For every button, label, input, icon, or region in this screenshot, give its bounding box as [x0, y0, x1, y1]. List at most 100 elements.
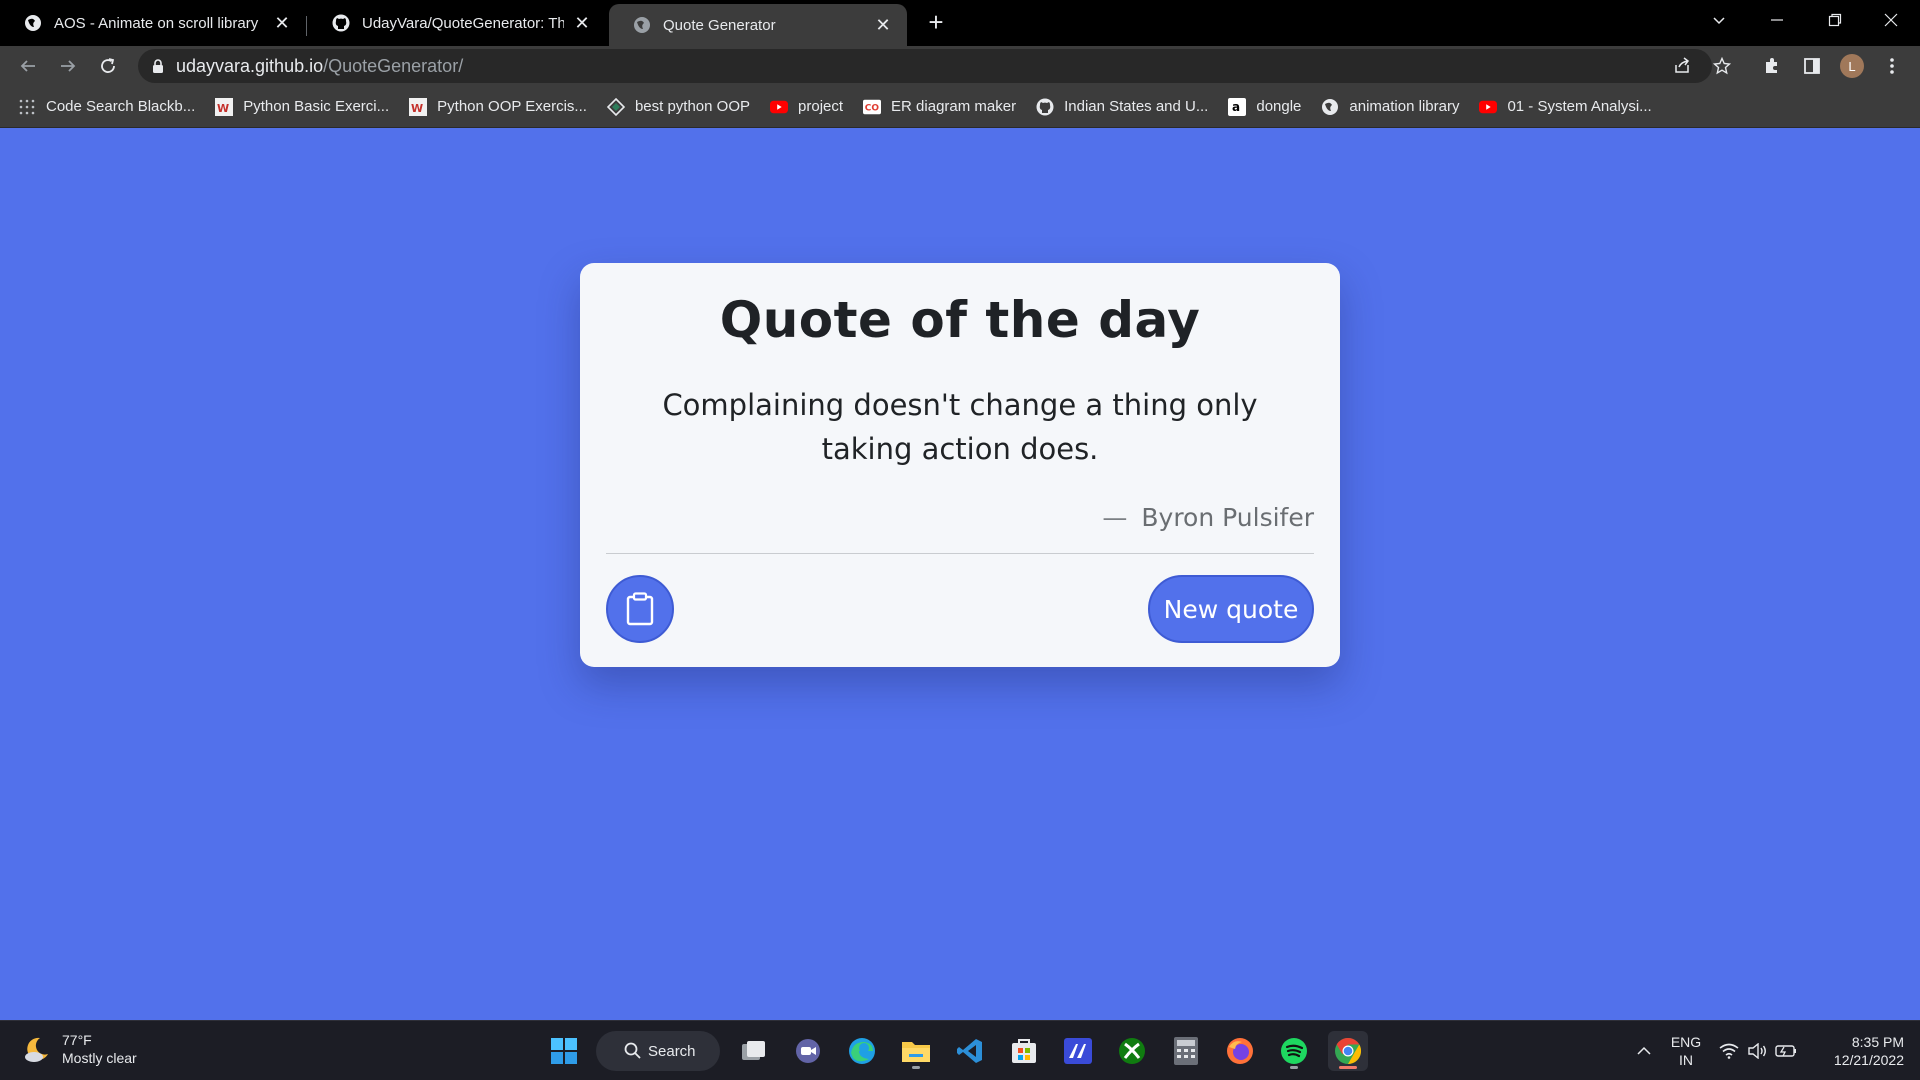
- clipboard-icon: [626, 592, 654, 626]
- edge-button[interactable]: [842, 1031, 882, 1071]
- svg-text:W: W: [217, 102, 229, 115]
- firefox-icon: [1227, 1038, 1253, 1064]
- chrome-button[interactable]: [1328, 1031, 1368, 1071]
- share-button[interactable]: [1666, 50, 1698, 82]
- bookmark-item[interactable]: 01 - System Analysi...: [1479, 98, 1652, 116]
- bookmark-star-button[interactable]: [1706, 50, 1738, 82]
- new-tab-button[interactable]: +: [922, 7, 950, 37]
- globe-icon: [1321, 98, 1339, 116]
- firefox-button[interactable]: [1220, 1031, 1260, 1071]
- bookmark-item[interactable]: CO ER diagram maker: [863, 98, 1016, 116]
- calculator-button[interactable]: [1166, 1031, 1206, 1071]
- app-icon: [1064, 1038, 1092, 1064]
- date: 12/21/2022: [1833, 1052, 1904, 1068]
- close-icon[interactable]: ✕: [572, 13, 592, 33]
- clock[interactable]: 8:35 PM 12/21/2022: [1812, 1033, 1904, 1069]
- vscode-icon: [957, 1039, 982, 1063]
- spotify-button[interactable]: [1274, 1031, 1314, 1071]
- teams-chat-button[interactable]: [788, 1031, 828, 1071]
- address-bar[interactable]: udayvara.github.io/QuoteGenerator/: [138, 49, 1712, 83]
- vscode-button[interactable]: [950, 1031, 990, 1071]
- tab-title: Quote Generator: [663, 16, 776, 34]
- quote-author: — Byron Pulsifer: [1102, 503, 1314, 532]
- show-hidden-icons-button[interactable]: [1624, 1031, 1664, 1071]
- bookmark-label: Indian States and U...: [1064, 98, 1209, 115]
- menu-button[interactable]: [1876, 50, 1908, 82]
- xbox-icon: [1119, 1038, 1145, 1064]
- bookmark-label: 01 - System Analysi...: [1507, 98, 1652, 115]
- active-indicator: [1339, 1066, 1357, 1069]
- temperature: 77°F: [62, 1032, 92, 1048]
- minimize-button[interactable]: [1748, 0, 1806, 40]
- page-content: Quote of the day Complaining doesn't cha…: [0, 128, 1920, 1020]
- spotify-icon: [1281, 1038, 1307, 1064]
- bookmark-label: ER diagram maker: [891, 98, 1017, 115]
- forward-button[interactable]: [52, 50, 84, 82]
- close-icon[interactable]: ✕: [873, 15, 893, 35]
- bookmark-item[interactable]: a dongle: [1228, 97, 1302, 116]
- start-button[interactable]: [544, 1031, 584, 1071]
- divider: [606, 553, 1314, 554]
- side-panel-button[interactable]: [1796, 50, 1828, 82]
- bookmark-item[interactable]: W Python OOP Exercis...: [409, 97, 587, 116]
- globe-icon: [634, 17, 650, 33]
- network-volume-battery[interactable]: [1716, 1031, 1800, 1071]
- puzzle-icon: [1766, 58, 1777, 73]
- dots-icon: [18, 98, 36, 116]
- calculator-icon: [1174, 1037, 1198, 1065]
- bookmark-label: Python Basic Exerci...: [243, 98, 390, 115]
- bookmark-label: project: [798, 98, 844, 115]
- close-icon[interactable]: ✕: [272, 13, 292, 33]
- battery-icon: [1775, 1045, 1796, 1057]
- back-button[interactable]: [12, 50, 44, 82]
- arrow-right-icon: [61, 60, 76, 72]
- bookmark-item[interactable]: W Python Basic Exerci...: [215, 97, 390, 116]
- running-indicator: [1290, 1066, 1298, 1069]
- star-icon: [1713, 57, 1731, 75]
- close-window-button[interactable]: [1862, 0, 1920, 40]
- svg-text:a: a: [1232, 100, 1240, 114]
- browser-toolbar: udayvara.github.io/QuoteGenerator/ L: [0, 46, 1920, 86]
- search-icon: [624, 1042, 641, 1059]
- svg-text:CO: CO: [865, 103, 880, 113]
- folder-icon: [902, 1042, 930, 1062]
- chevron-down-icon: [1713, 17, 1725, 25]
- amazon-icon: a: [1228, 97, 1247, 116]
- copy-button[interactable]: [606, 575, 674, 643]
- bookmark-item[interactable]: best python OOP: [606, 97, 750, 116]
- volume-icon: [1748, 1043, 1766, 1059]
- extensions-button[interactable]: [1756, 50, 1788, 82]
- share-icon: [1675, 57, 1690, 73]
- tab-search-button[interactable]: [1690, 0, 1748, 40]
- bookmarks-bar: Code Search Blackb... W Python Basic Exe…: [0, 86, 1920, 128]
- new-quote-button[interactable]: New quote: [1148, 575, 1314, 643]
- time: 8:35 PM: [1851, 1034, 1904, 1050]
- bookmark-item[interactable]: animation library: [1321, 98, 1459, 116]
- xbox-button[interactable]: [1112, 1031, 1152, 1071]
- language: ENG: [1670, 1034, 1702, 1050]
- bookmark-label: dongle: [1256, 98, 1302, 115]
- store-button[interactable]: [1004, 1031, 1044, 1071]
- more-vertical-icon: [1890, 58, 1894, 74]
- bookmark-item[interactable]: project: [770, 98, 843, 116]
- github-icon: [332, 14, 350, 32]
- diamond-icon: [606, 97, 625, 116]
- weather-widget[interactable]: 77°F Mostly clear: [22, 1031, 137, 1067]
- tab-aos[interactable]: AOS - Animate on scroll library ✕: [0, 4, 306, 42]
- app-button[interactable]: [1058, 1031, 1098, 1071]
- taskbar-search[interactable]: Search: [596, 1031, 720, 1071]
- w3resource-icon: W: [409, 97, 428, 116]
- tab-quote-generator[interactable]: Quote Generator ✕: [609, 4, 907, 46]
- language-indicator[interactable]: ENG IN: [1666, 1033, 1706, 1069]
- bookmark-item[interactable]: Code Search Blackb...: [18, 98, 195, 116]
- reload-button[interactable]: [92, 50, 124, 82]
- quote-text: Complaining doesn't change a thing only …: [662, 388, 1258, 466]
- restore-button[interactable]: [1806, 0, 1864, 40]
- bookmark-item[interactable]: Indian States and U...: [1036, 98, 1208, 116]
- file-explorer-button[interactable]: [896, 1031, 936, 1071]
- close-icon: [1884, 13, 1898, 27]
- profile-avatar[interactable]: L: [1840, 54, 1864, 78]
- tab-github[interactable]: UdayVara/QuoteGenerator: This i ✕: [308, 4, 606, 42]
- task-view-button[interactable]: [734, 1031, 774, 1071]
- weather-condition: Mostly clear: [62, 1050, 137, 1066]
